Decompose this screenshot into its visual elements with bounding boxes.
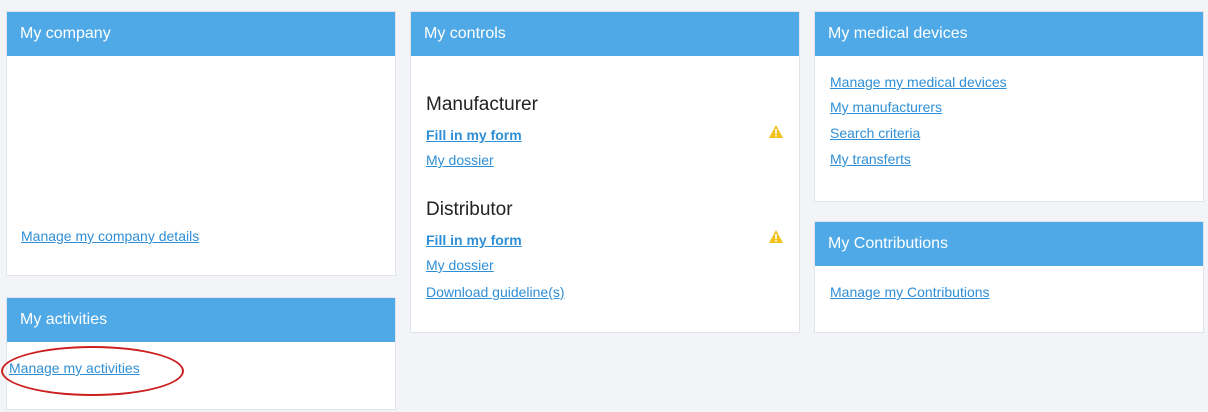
my-contributions-panel: My Contributions Manage my Contributions [814,221,1204,333]
my-controls-title: My controls [411,12,799,56]
manage-medical-devices-link[interactable]: Manage my medical devices [830,74,1007,90]
my-company-panel: My company Manage my company details [6,11,396,276]
my-transfers-link[interactable]: My transferts [830,151,911,167]
my-medical-devices-panel: My medical devices Manage my medical dev… [814,11,1204,202]
my-company-title: My company [7,12,395,56]
my-manufacturers-link[interactable]: My manufacturers [830,99,942,115]
my-activities-title: My activities [7,298,395,342]
manage-contributions-link[interactable]: Manage my Contributions [830,284,990,300]
distributor-heading: Distributor [426,199,513,220]
my-medical-devices-title: My medical devices [815,12,1203,56]
my-controls-panel: My controls Manufacturer Fill in my form… [410,11,800,333]
manage-activities-link[interactable]: Manage my activities [9,360,140,376]
my-contributions-title: My Contributions [815,222,1203,266]
warning-icon [769,230,783,243]
my-activities-panel: My activities Manage my activities [6,297,396,410]
distributor-fill-form-link[interactable]: Fill in my form [426,232,522,248]
manufacturer-heading: Manufacturer [426,94,538,115]
manufacturer-fill-form-link[interactable]: Fill in my form [426,127,522,143]
distributor-dossier-link[interactable]: My dossier [426,257,494,273]
search-criteria-link[interactable]: Search criteria [830,125,920,141]
manage-company-details-link[interactable]: Manage my company details [21,228,199,244]
download-guidelines-link[interactable]: Download guideline(s) [426,284,565,300]
manufacturer-dossier-link[interactable]: My dossier [426,152,494,168]
warning-icon [769,125,783,138]
